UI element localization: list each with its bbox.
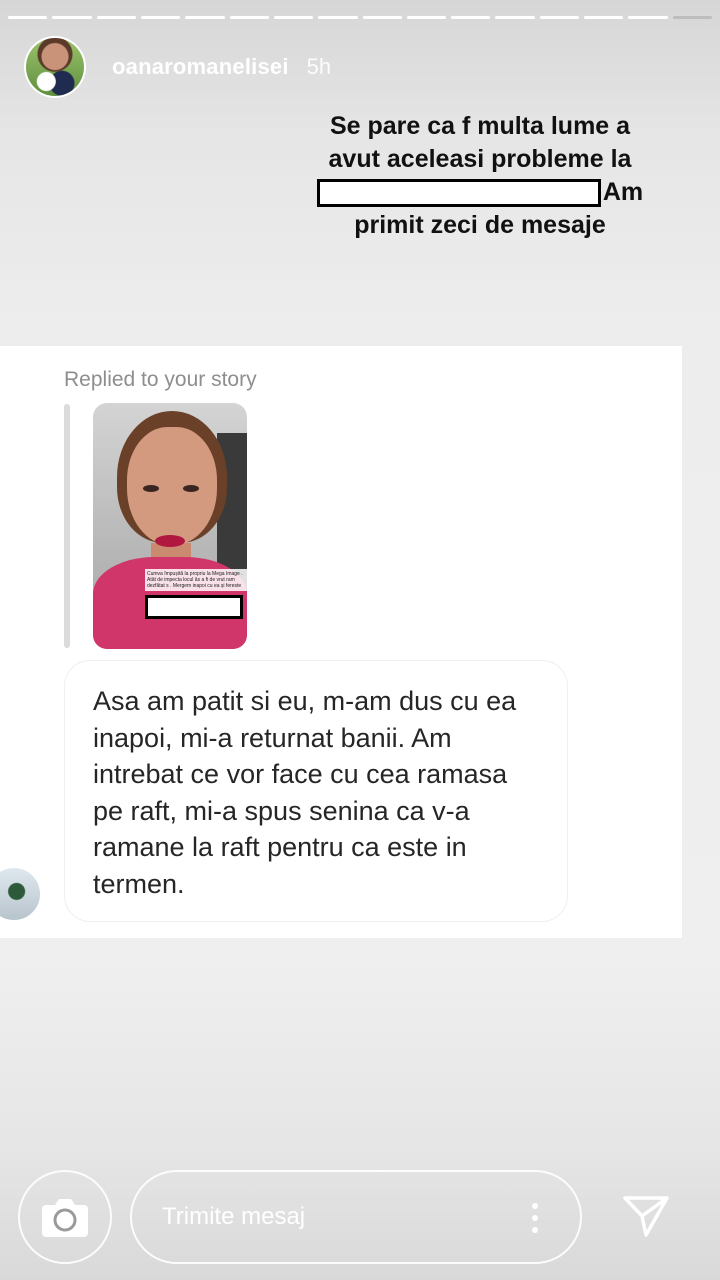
progress-segment — [185, 16, 225, 19]
progress-segment — [273, 16, 314, 19]
progress-segment — [406, 16, 447, 19]
progress-segment — [362, 16, 402, 19]
thumbnail-eye — [183, 485, 199, 492]
message-bubble: Asa am patit si eu, m-am dus cu ea inapo… — [64, 660, 568, 922]
camera-button[interactable] — [18, 1170, 112, 1264]
progress-segment — [672, 16, 712, 19]
thumbnail-face — [127, 427, 217, 545]
thumbnail-lips — [155, 535, 185, 547]
progress-segment — [628, 16, 668, 19]
caption-line: Se pare ca f multa lume a — [329, 112, 631, 140]
story-progress-bar — [8, 16, 712, 19]
progress-segment — [140, 16, 181, 19]
avatar-photo — [26, 38, 84, 96]
story-caption: Se pare ca f multa lume a avut aceleasi … — [300, 110, 660, 242]
progress-segment — [96, 16, 136, 19]
progress-segment — [584, 16, 624, 19]
camera-icon — [42, 1199, 88, 1237]
progress-segment — [539, 16, 580, 19]
more-vertical-icon[interactable] — [532, 1202, 538, 1234]
caption-line-end: Am — [602, 178, 644, 206]
thumbnail-eye — [143, 485, 159, 492]
profile-avatar[interactable] — [24, 36, 86, 98]
redaction-box — [316, 179, 601, 208]
username[interactable]: oanaromanelisei — [112, 54, 289, 80]
caption-line: Am — [300, 176, 660, 209]
progress-segment — [318, 16, 358, 19]
thumbnail-caption: Cumva împușită la propriu la Mega Image … — [145, 569, 247, 591]
message-input[interactable]: Trimite mesaj — [130, 1170, 582, 1264]
caption-line: avut aceleasi probleme la — [328, 145, 632, 173]
story-header: oanaromanelisei 5h — [24, 36, 331, 98]
progress-segment — [8, 16, 48, 19]
quote-bar — [64, 404, 70, 648]
redaction-box — [145, 595, 243, 619]
send-icon[interactable] — [622, 1194, 670, 1238]
progress-segment — [451, 16, 491, 19]
story-thumbnail: Cumva împușită la propriu la Mega Image … — [93, 403, 247, 649]
post-time: 5h — [306, 54, 332, 79]
progress-segment — [495, 16, 535, 19]
replied-label: Replied to your story — [64, 368, 257, 391]
message-input-placeholder: Trimite mesaj — [162, 1203, 306, 1230]
progress-segment — [52, 16, 92, 19]
caption-line: primit zeci de mesaje — [354, 211, 606, 239]
progress-segment — [229, 16, 269, 19]
